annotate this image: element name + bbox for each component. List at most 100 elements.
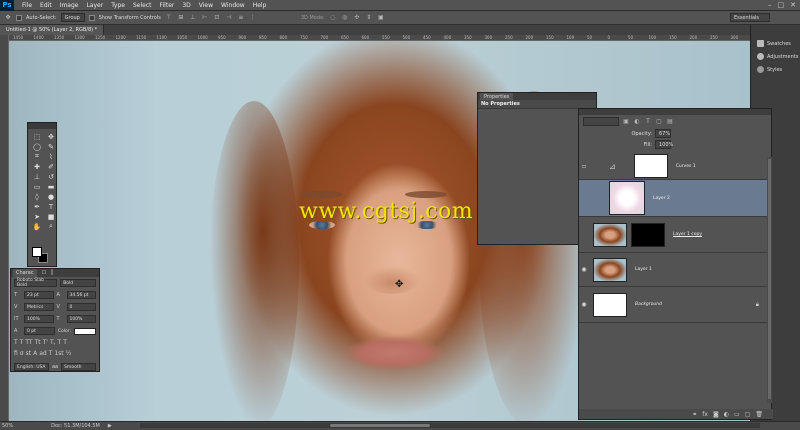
new-layer-icon[interactable]: ▢ xyxy=(745,411,751,418)
visibility-icon[interactable]: ◉ xyxy=(579,301,589,308)
hand-tool-icon[interactable]: ✋ xyxy=(31,222,43,231)
minimize-icon[interactable]: – xyxy=(768,1,772,9)
show-transform-checkbox[interactable] xyxy=(88,14,95,21)
zoom-level[interactable]: 50% xyxy=(2,423,13,429)
type-tool-icon[interactable]: T xyxy=(45,202,57,211)
marquee-tool-icon[interactable]: ⬚ xyxy=(31,132,43,141)
titling-icon[interactable]: ad xyxy=(39,350,47,357)
tab-character[interactable]: Charac xyxy=(13,269,37,277)
delete-layer-icon[interactable]: 🗑︎ xyxy=(755,411,763,418)
auto-select-checkbox[interactable] xyxy=(16,14,22,21)
visibility-icon[interactable]: ◉ xyxy=(579,266,589,273)
close-icon[interactable]: ✕ xyxy=(790,1,796,9)
new-group-icon[interactable]: ▭ xyxy=(734,411,740,418)
ordinals-icon[interactable]: 1st xyxy=(54,350,63,357)
align-top-icon[interactable]: ⊤ xyxy=(165,14,173,22)
baseline-shift-field[interactable]: 0 pt xyxy=(24,327,55,335)
3d-scale-icon[interactable]: ▣ xyxy=(377,14,385,22)
gradient-tool-icon[interactable]: ▬ xyxy=(45,182,57,191)
align-center-icon[interactable]: ⊡ xyxy=(213,14,221,22)
styles-panel-button[interactable]: Styles xyxy=(751,63,800,76)
leading-field[interactable]: 34.56 pt xyxy=(66,291,96,299)
align-left-icon[interactable]: ⊢ xyxy=(201,14,209,22)
shape-tool-icon[interactable]: ■ xyxy=(45,212,57,221)
filter-shape-icon[interactable]: ▢ xyxy=(655,118,663,126)
font-style-dropdown[interactable]: Bold xyxy=(60,279,96,287)
quick-select-icon[interactable]: ✎ xyxy=(45,142,57,151)
kerning-field[interactable]: Metrics xyxy=(24,303,54,311)
visibility-icon[interactable]: ▫ xyxy=(579,163,589,170)
swatches-panel-button[interactable]: Swatches xyxy=(751,37,800,50)
filter-smart-icon[interactable]: ▤ xyxy=(666,118,674,126)
history-brush-icon[interactable]: ↺ xyxy=(45,172,57,181)
foreground-color-swatch[interactable] xyxy=(32,247,42,257)
stamp-tool-icon[interactable]: ⊥ xyxy=(31,172,43,181)
lasso-tool-icon[interactable]: ◯ xyxy=(31,142,43,151)
3d-pan-icon[interactable]: ✣ xyxy=(353,14,361,22)
pen-tool-icon[interactable]: ✒ xyxy=(31,202,43,211)
blend-mode-dropdown[interactable] xyxy=(583,117,619,126)
move-tool-icon[interactable]: ✥ xyxy=(45,132,57,141)
menu-layer[interactable]: Layer xyxy=(82,2,107,9)
opacity-field[interactable]: 67% xyxy=(655,129,671,138)
fraction-icon[interactable]: T xyxy=(49,350,53,357)
layers-scrollbar-thumb[interactable] xyxy=(768,159,771,399)
tracking-field[interactable]: 0 xyxy=(66,303,96,311)
menu-select[interactable]: Select xyxy=(129,2,156,9)
align-middle-icon[interactable]: ⊞ xyxy=(177,14,185,22)
underline-button[interactable]: T xyxy=(58,339,62,346)
tab-glyphs-icon[interactable]: ⫿ xyxy=(51,270,53,276)
filter-type-icon[interactable]: T xyxy=(644,118,652,126)
menu-type[interactable]: Type xyxy=(107,2,129,9)
subscript-button[interactable]: T, xyxy=(50,339,56,346)
distribute-icon[interactable]: ≡ xyxy=(237,14,245,22)
fx-icon[interactable]: fx xyxy=(702,411,708,418)
faux-italic-button[interactable]: T xyxy=(20,339,24,346)
align-right-icon[interactable]: ⊣ xyxy=(225,14,233,22)
workspace-dropdown[interactable]: Essentials xyxy=(730,13,770,22)
strikethrough-button[interactable]: T xyxy=(63,339,67,346)
path-select-icon[interactable]: ➤ xyxy=(31,212,43,221)
all-caps-button[interactable]: TT xyxy=(25,339,32,346)
3d-slide-icon[interactable]: ⇕ xyxy=(365,14,373,22)
antialias-dropdown[interactable]: Smooth xyxy=(61,363,97,371)
crop-tool-icon[interactable]: ⌗ xyxy=(31,152,43,161)
language-dropdown[interactable]: English: USA xyxy=(14,363,49,371)
healing-brush-icon[interactable]: ✚ xyxy=(31,162,43,171)
ruler-vertical[interactable] xyxy=(0,35,9,421)
menu-view[interactable]: View xyxy=(195,2,217,9)
menu-help[interactable]: Help xyxy=(249,2,271,9)
document-tab[interactable]: Untitled-1 @ 50% (Layer 2, RGB/8) * xyxy=(0,25,105,35)
fill-field[interactable]: 100% xyxy=(655,140,673,149)
maximize-icon[interactable]: □ xyxy=(778,1,785,9)
font-family-dropdown[interactable]: Roboto Slab Bold xyxy=(14,278,58,288)
add-mask-icon[interactable]: ◙ xyxy=(713,411,719,418)
move-tool-icon[interactable]: ✥ xyxy=(4,14,12,22)
link-layers-icon[interactable]: ⚭ xyxy=(692,411,697,418)
dodge-tool-icon[interactable]: ● xyxy=(45,192,57,201)
brush-tool-icon[interactable]: ✐ xyxy=(45,162,57,171)
zoom-tool-icon[interactable]: ⌕ xyxy=(45,222,57,231)
photoshop-logo[interactable]: Ps xyxy=(0,0,14,11)
horizontal-scrollbar[interactable] xyxy=(140,423,760,428)
tab-properties[interactable]: Properties xyxy=(480,93,514,100)
layer-row-curves[interactable]: ▫ ⊿ Curves 1 xyxy=(579,153,767,180)
menu-file[interactable]: File xyxy=(18,2,36,9)
eraser-tool-icon[interactable]: ▭ xyxy=(31,182,43,191)
menu-edit[interactable]: Edit xyxy=(36,2,56,9)
blur-tool-icon[interactable]: ◊ xyxy=(31,192,43,201)
ordinal-icon[interactable]: A xyxy=(33,350,37,357)
status-arrow-icon[interactable]: ▶ xyxy=(108,423,112,429)
half-icon[interactable]: ½ xyxy=(66,350,72,357)
ligature-icon[interactable]: fi xyxy=(14,350,18,357)
menu-filter[interactable]: Filter xyxy=(156,2,179,9)
superscript-button[interactable]: T' xyxy=(43,339,48,346)
3d-rotate-icon[interactable]: ◌ xyxy=(329,14,337,22)
horizontal-scrollbar-thumb[interactable] xyxy=(330,424,430,427)
filter-adjust-icon[interactable]: ◐ xyxy=(633,118,641,126)
distribute-h-icon[interactable]: ⋮ xyxy=(249,14,257,22)
new-adjustment-icon[interactable]: ◐ xyxy=(724,411,729,418)
menu-window[interactable]: Window xyxy=(217,2,249,9)
align-bottom-icon[interactable]: ⊥ xyxy=(189,14,197,22)
layer-row-layer1[interactable]: ◉ Layer 1 xyxy=(579,253,767,287)
